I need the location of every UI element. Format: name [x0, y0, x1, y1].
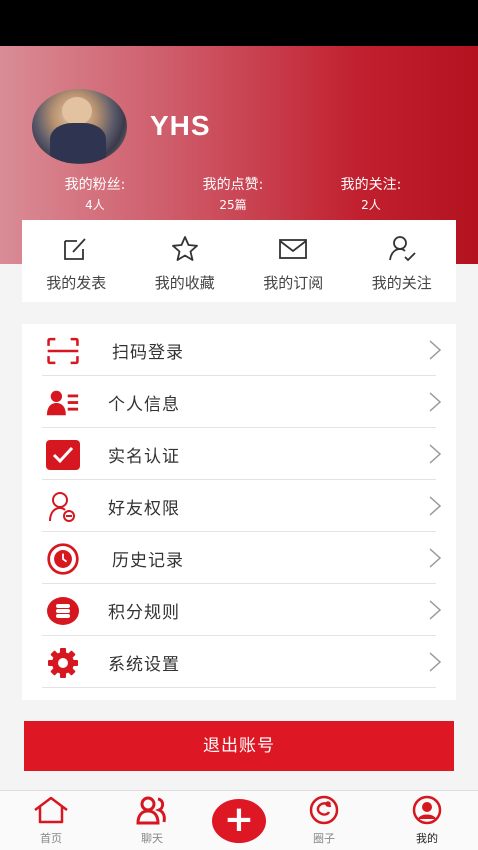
chevron-right-icon: [429, 548, 442, 568]
menu-personal-info[interactable]: 个人信息: [22, 376, 456, 428]
home-icon: [34, 796, 68, 824]
quick-my-following[interactable]: 我的关注: [348, 220, 457, 302]
users-icon: [136, 796, 166, 825]
tab-circle-label: 圈子: [313, 832, 335, 845]
quick-my-posts-label: 我的发表: [46, 274, 107, 292]
quick-my-posts[interactable]: 我的发表: [22, 220, 131, 302]
menu-real-name-auth[interactable]: 实名认证: [22, 428, 456, 480]
coins-icon: [46, 594, 80, 628]
quick-my-favorites[interactable]: 我的收藏: [131, 220, 240, 302]
status-bar: [0, 0, 478, 46]
clock-icon: [46, 542, 80, 576]
menu-points-rules-label: 积分规则: [108, 603, 180, 623]
tab-home[interactable]: 首页: [21, 795, 81, 849]
tab-home-label: 首页: [40, 832, 62, 845]
scan-icon: [46, 334, 80, 368]
stat-fans-value: 4人: [85, 198, 105, 212]
stat-fans-label: 我的粉丝:: [64, 177, 126, 193]
user-permission-icon: [46, 490, 80, 524]
tab-mine-label: 我的: [416, 832, 438, 845]
menu-history-label: 历史记录: [112, 551, 184, 571]
mail-icon: [279, 239, 308, 259]
menu-friend-permissions-label: 好友权限: [108, 499, 180, 519]
username: YHS: [150, 110, 211, 141]
menu-personal-info-label: 个人信息: [108, 395, 180, 415]
quick-my-following-label: 我的关注: [371, 274, 432, 292]
stat-fans[interactable]: 我的粉丝: 4人: [35, 174, 155, 213]
chevron-right-icon: [429, 600, 442, 620]
stat-following-label: 我的关注:: [340, 177, 402, 193]
circle-icon: [309, 795, 339, 825]
stat-likes-value: 25篇: [219, 198, 247, 212]
stat-following-value: 2人: [361, 198, 381, 212]
chevron-right-icon: [429, 392, 442, 412]
gear-icon: [46, 646, 80, 680]
menu-friend-permissions[interactable]: 好友权限: [22, 480, 456, 532]
tab-circle[interactable]: 圈子: [294, 795, 354, 849]
user-check-icon: [388, 236, 416, 262]
menu-points-rules[interactable]: 积分规则: [22, 584, 456, 636]
tab-chat[interactable]: 聊天: [122, 795, 182, 849]
menu-real-name-auth-label: 实名认证: [108, 447, 180, 467]
tab-mine[interactable]: 我的: [397, 795, 457, 849]
profile-card-icon: [46, 386, 80, 420]
quick-actions: 我的发表 我的收藏 我的订阅 我的关注: [22, 220, 456, 302]
chevron-right-icon: [429, 652, 442, 672]
quick-my-favorites-label: 我的收藏: [154, 274, 215, 292]
create-post-button[interactable]: +: [212, 799, 266, 843]
star-icon: [171, 236, 198, 261]
chevron-right-icon: [429, 340, 442, 360]
stat-likes[interactable]: 我的点赞: 25篇: [173, 174, 293, 213]
menu-system-settings[interactable]: 系统设置: [22, 636, 456, 688]
avatar[interactable]: [32, 89, 127, 164]
menu-scan-login[interactable]: 扫码登录: [22, 324, 456, 376]
chevron-right-icon: [429, 496, 442, 516]
edit-icon: [64, 238, 86, 260]
chevron-right-icon: [429, 444, 442, 464]
menu-history[interactable]: 历史记录: [22, 532, 456, 584]
quick-my-subscriptions[interactable]: 我的订阅: [239, 220, 348, 302]
stat-following[interactable]: 我的关注: 2人: [311, 174, 431, 213]
settings-menu: 扫码登录 个人信息 实名认证 好友权限 历史记录 积分规则 系统设置: [22, 324, 456, 700]
logout-button[interactable]: 退出账号: [24, 721, 454, 771]
checkbox-icon: [46, 438, 80, 472]
stat-likes-label: 我的点赞:: [202, 177, 264, 193]
tab-chat-label: 聊天: [141, 832, 163, 845]
menu-scan-login-label: 扫码登录: [112, 343, 184, 363]
quick-my-subscriptions-label: 我的订阅: [263, 274, 324, 292]
menu-system-settings-label: 系统设置: [108, 655, 180, 675]
user-circle-icon: [412, 795, 442, 825]
